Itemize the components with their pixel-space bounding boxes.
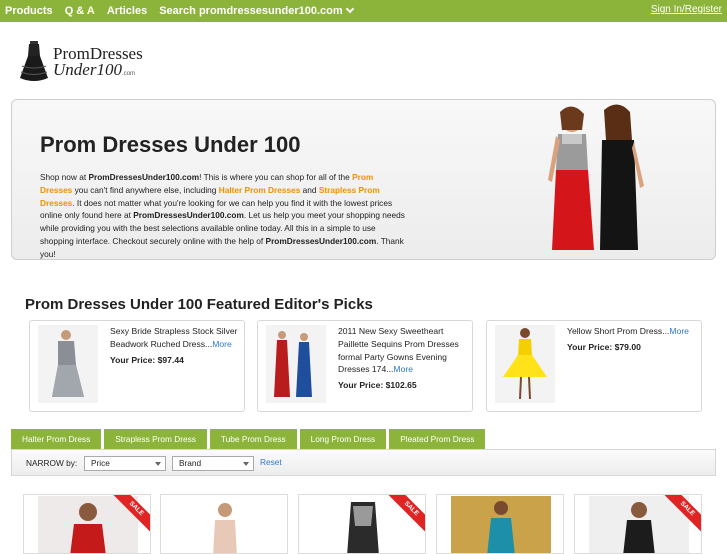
featured-title: Prom Dresses Under 100 Featured Editor's…: [25, 296, 373, 313]
product-price: Your Price: $97.44: [110, 354, 184, 365]
signin-link[interactable]: Sign In/Register: [651, 4, 722, 15]
featured-item[interactable]: Sexy Bride Strapless Stock Silver Beadwo…: [29, 320, 245, 412]
site-logo[interactable]: PromDresses Under100.com: [18, 40, 148, 84]
featured-item[interactable]: Yellow Short Prom Dress...More Your Pric…: [486, 320, 702, 412]
product-card[interactable]: SALE: [298, 494, 426, 554]
product-price: Your Price: $79.00: [567, 341, 641, 352]
hero-description: Shop now at PromDressesUnder100.com! Thi…: [40, 172, 405, 259]
nav-search-dropdown[interactable]: Search promdressesunder100.com: [159, 4, 354, 17]
chevron-down-icon: [155, 462, 161, 466]
featured-item[interactable]: 2011 New Sexy Sweetheart Paillette Sequi…: [257, 320, 473, 412]
product-image: [175, 496, 275, 553]
product-image: [266, 325, 326, 403]
product-card[interactable]: SALE: [23, 494, 151, 554]
reset-link[interactable]: Reset: [260, 457, 282, 467]
product-price: Your Price: $102.65: [338, 380, 417, 391]
product-image: [451, 496, 551, 553]
tab-tube-prom-dress[interactable]: Tube Prom Dress: [209, 429, 297, 449]
hero-banner: Prom Dresses Under 100 Shop now at PromD…: [11, 99, 716, 260]
product-image: [38, 325, 98, 403]
more-link[interactable]: More: [393, 364, 413, 374]
top-nav: Products Q & A Articles Search promdress…: [0, 0, 727, 22]
category-tabs: Halter Prom Dress Strapless Prom Dress T…: [11, 429, 488, 449]
product-card[interactable]: [160, 494, 288, 554]
nav-search-label: Search promdressesunder100.com: [159, 5, 343, 17]
more-link[interactable]: More: [669, 326, 689, 336]
nav-articles[interactable]: Articles: [107, 5, 147, 17]
filter-bar: NARROW by: Price Brand Reset: [11, 449, 716, 476]
product-card[interactable]: [436, 494, 564, 554]
page-title: Prom Dresses Under 100: [40, 132, 301, 157]
product-title[interactable]: Yellow Short Prom Dress...: [567, 326, 669, 336]
product-image: [495, 325, 555, 403]
link-halter-prom-dresses[interactable]: Halter Prom Dresses: [219, 185, 301, 195]
nav-qa[interactable]: Q & A: [65, 5, 95, 17]
tab-long-prom-dress[interactable]: Long Prom Dress: [299, 429, 387, 449]
tab-halter-prom-dress[interactable]: Halter Prom Dress: [11, 429, 102, 449]
logo-text-line2: Under100.com: [53, 60, 135, 79]
hero-models-image: [548, 104, 644, 250]
price-select[interactable]: Price: [84, 456, 166, 471]
brand-select[interactable]: Brand: [172, 456, 254, 471]
dress-logo-icon: [20, 41, 48, 81]
chevron-down-icon: [243, 462, 249, 466]
tab-strapless-prom-dress[interactable]: Strapless Prom Dress: [104, 429, 207, 449]
product-card[interactable]: SALE: [574, 494, 702, 554]
more-link[interactable]: More: [212, 339, 232, 349]
nav-products[interactable]: Products: [5, 5, 53, 17]
chevron-down-icon: [345, 4, 354, 14]
narrow-by-label: NARROW by:: [26, 458, 78, 468]
tab-pleated-prom-dress[interactable]: Pleated Prom Dress: [389, 429, 486, 449]
